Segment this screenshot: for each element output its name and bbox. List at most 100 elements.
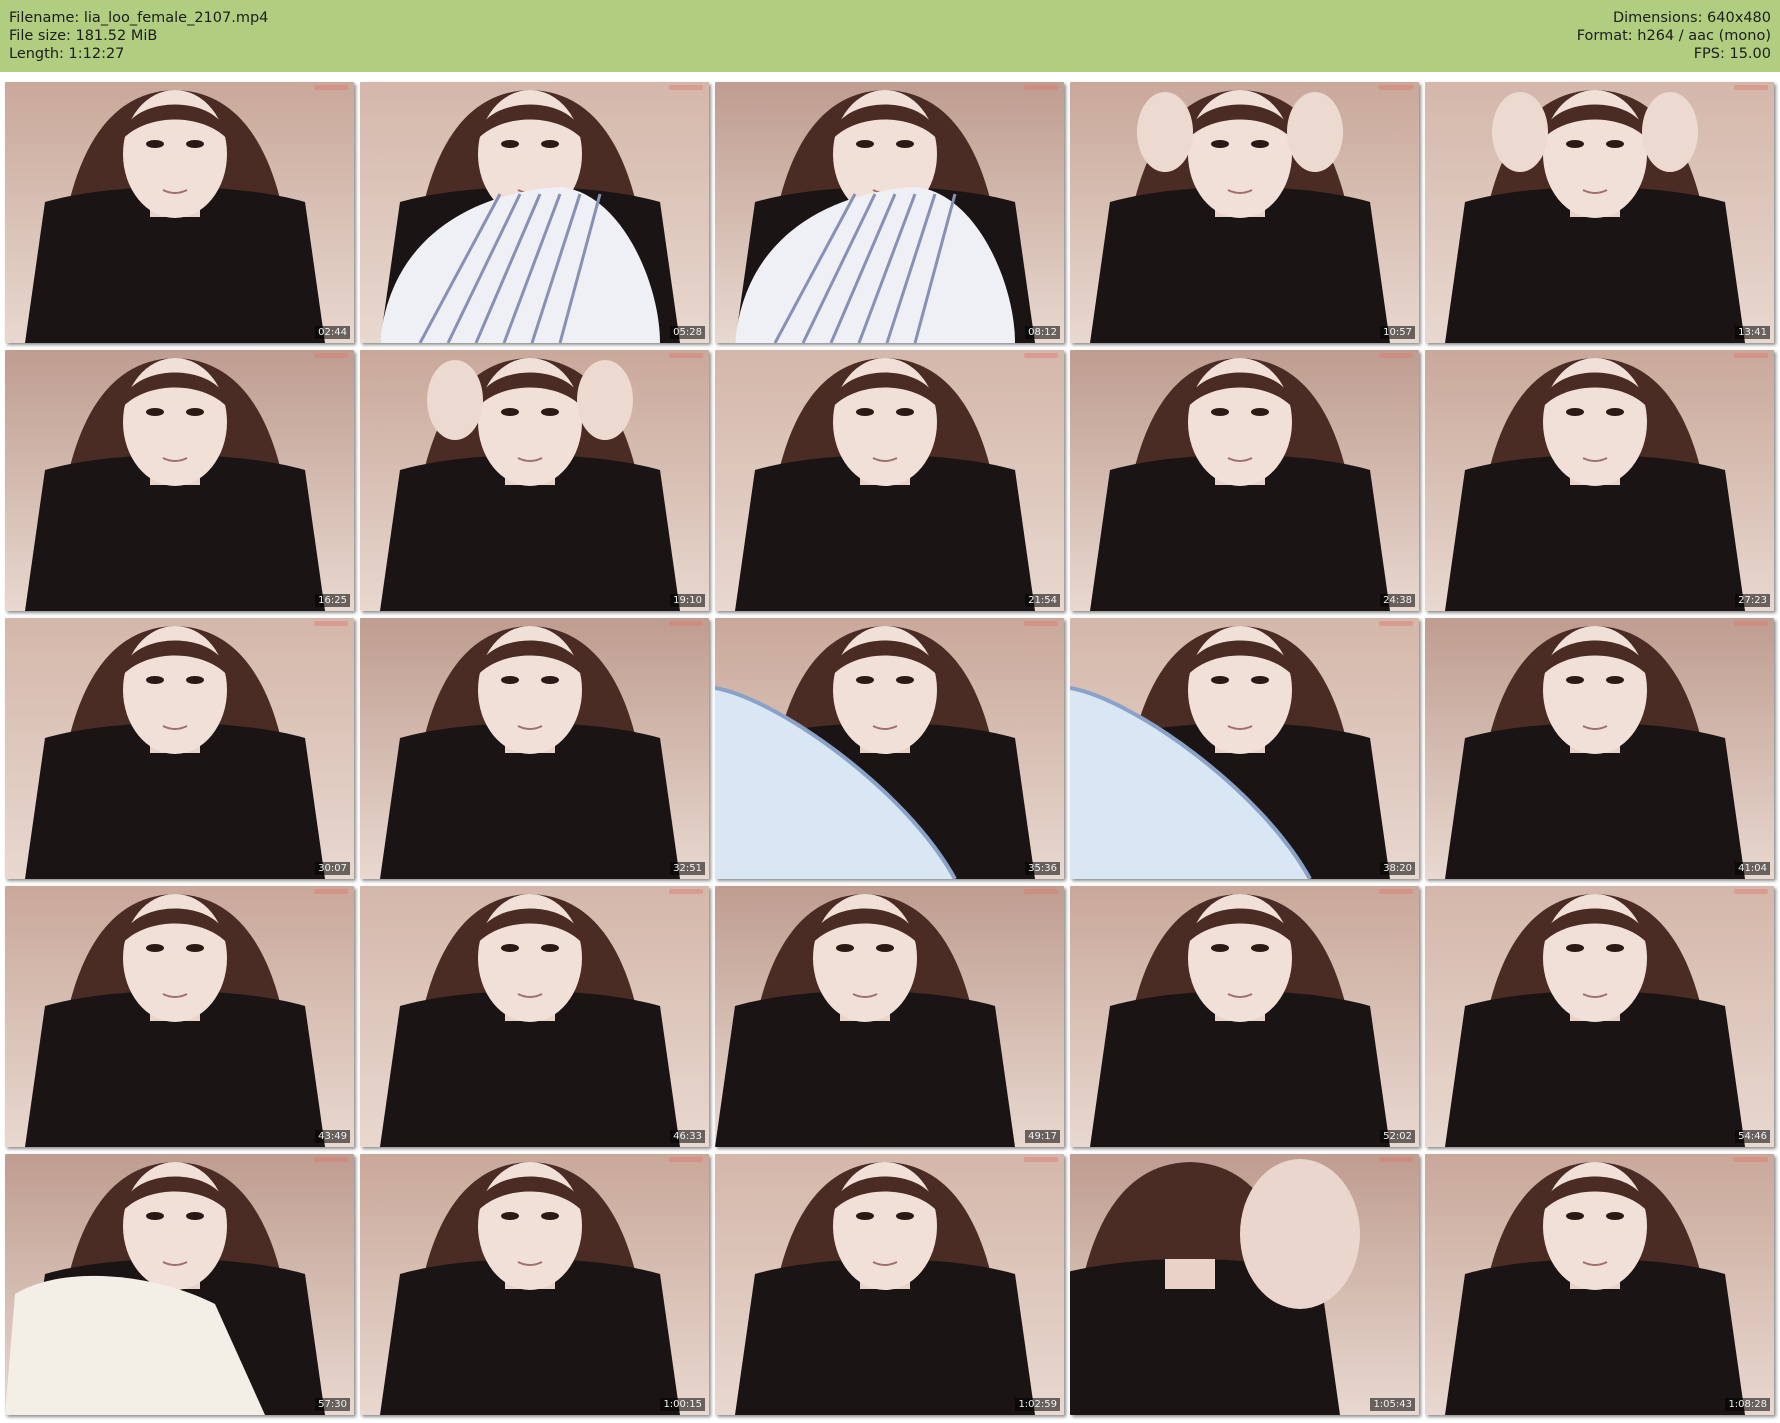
video-thumbnail: 02:44 (5, 82, 354, 343)
watermark-logo (1379, 353, 1413, 358)
watermark-logo (1379, 1157, 1413, 1162)
thumbnail-timestamp: 30:07 (315, 862, 350, 875)
watermark-logo (1024, 85, 1058, 90)
watermark-logo (1734, 889, 1768, 894)
video-thumbnail: 41:04 (1425, 618, 1774, 879)
thumbnail-frame-image (1425, 618, 1774, 879)
thumbnail-frame-image (1070, 886, 1419, 1147)
video-thumbnail: 19:10 (360, 350, 709, 611)
file-info-left: Filename: lia_loo_female_2107.mp4 File s… (9, 9, 268, 63)
thumbnail-timestamp: 27:23 (1735, 594, 1770, 607)
video-thumbnail: 1:00:15 (360, 1154, 709, 1415)
video-thumbnail: 32:51 (360, 618, 709, 879)
thumbnail-timestamp: 1:02:59 (1015, 1398, 1060, 1411)
watermark-logo (1734, 85, 1768, 90)
watermark-logo (669, 85, 703, 90)
thumbnail-timestamp: 43:49 (315, 1130, 350, 1143)
thumbnail-frame-image (715, 82, 1064, 343)
watermark-logo (669, 1157, 703, 1162)
watermark-logo (1734, 621, 1768, 626)
thumbnail-frame-image (360, 350, 709, 611)
thumbnail-frame-image (1070, 82, 1419, 343)
thumbnail-timestamp: 16:25 (315, 594, 350, 607)
video-thumbnail: 1:05:43 (1070, 1154, 1419, 1415)
thumbnail-timestamp: 1:00:15 (660, 1398, 705, 1411)
video-thumbnail: 38:20 (1070, 618, 1419, 879)
thumbnail-frame-image (360, 886, 709, 1147)
video-thumbnail: 27:23 (1425, 350, 1774, 611)
watermark-logo (1024, 353, 1058, 358)
dimensions-line: Dimensions: 640x480 (1612, 10, 1771, 26)
thumbnail-frame-image (1070, 618, 1419, 879)
thumbnail-frame-image (360, 618, 709, 879)
thumbnail-frame-image (715, 1154, 1064, 1415)
file-info-right: Dimensions: 640x480 Format: h264 / aac (… (1577, 9, 1771, 63)
video-thumbnail: 30:07 (5, 618, 354, 879)
thumbnail-frame-image (1425, 886, 1774, 1147)
video-thumbnail: 05:28 (360, 82, 709, 343)
thumbnail-timestamp: 46:33 (670, 1130, 705, 1143)
thumbnail-timestamp: 21:54 (1025, 594, 1060, 607)
video-thumbnail: 08:12 (715, 82, 1064, 343)
video-thumbnail: 57:30 (5, 1154, 354, 1415)
video-thumbnail: 54:46 (1425, 886, 1774, 1147)
thumbnail-timestamp: 02:44 (315, 326, 350, 339)
thumbnail-frame-image (360, 82, 709, 343)
video-thumbnail: 49:17 (715, 886, 1064, 1147)
thumbnail-frame-image (1425, 82, 1774, 343)
video-thumbnail: 24:38 (1070, 350, 1419, 611)
watermark-logo (314, 621, 348, 626)
thumbnail-timestamp: 05:28 (670, 326, 705, 339)
video-thumbnail: 1:08:28 (1425, 1154, 1774, 1415)
thumbnail-frame-image (5, 886, 354, 1147)
watermark-logo (669, 353, 703, 358)
info-header: Filename: lia_loo_female_2107.mp4 File s… (0, 0, 1780, 72)
thumbnail-frame-image (1070, 350, 1419, 611)
thumbnail-frame-image (5, 350, 354, 611)
watermark-logo (314, 889, 348, 894)
watermark-logo (314, 353, 348, 358)
fps-line: FPS: 15.00 (1693, 46, 1771, 62)
watermark-logo (1379, 621, 1413, 626)
format-line: Format: h264 / aac (mono) (1576, 28, 1771, 44)
thumbnail-timestamp: 41:04 (1735, 862, 1770, 875)
thumbnail-timestamp: 57:30 (315, 1398, 350, 1411)
video-thumbnail: 1:02:59 (715, 1154, 1064, 1415)
thumbnail-frame-image (5, 618, 354, 879)
watermark-logo (1379, 889, 1413, 894)
thumbnail-frame-image (715, 618, 1064, 879)
watermark-logo (669, 621, 703, 626)
thumbnail-frame-image (1425, 1154, 1774, 1415)
watermark-logo (314, 85, 348, 90)
video-thumbnail: 21:54 (715, 350, 1064, 611)
video-thumbnail: 46:33 (360, 886, 709, 1147)
thumbnail-timestamp: 54:46 (1735, 1130, 1770, 1143)
thumbnail-timestamp: 32:51 (670, 862, 705, 875)
video-thumbnail: 43:49 (5, 886, 354, 1147)
length-line: Length: 1:12:27 (9, 46, 125, 62)
thumbnail-timestamp: 52:02 (1380, 1130, 1415, 1143)
watermark-logo (669, 889, 703, 894)
thumbnail-timestamp: 19:10 (670, 594, 705, 607)
thumbnail-frame-image (5, 82, 354, 343)
thumbnail-frame-image (1425, 350, 1774, 611)
filesize-line: File size: 181.52 MiB (9, 28, 158, 44)
thumbnail-frame-image (715, 886, 1064, 1147)
thumbnail-timestamp: 10:57 (1380, 326, 1415, 339)
thumbnail-timestamp: 1:08:28 (1725, 1398, 1770, 1411)
watermark-logo (1734, 1157, 1768, 1162)
watermark-logo (314, 1157, 348, 1162)
video-thumbnail: 10:57 (1070, 82, 1419, 343)
thumbnail-frame-image (1070, 1154, 1419, 1415)
thumbnail-timestamp: 35:36 (1025, 862, 1060, 875)
video-thumbnail: 52:02 (1070, 886, 1419, 1147)
thumbnail-timestamp: 1:05:43 (1370, 1398, 1415, 1411)
thumbnail-timestamp: 08:12 (1025, 326, 1060, 339)
watermark-logo (1024, 621, 1058, 626)
filename-line: Filename: lia_loo_female_2107.mp4 (9, 10, 269, 26)
thumbnail-frame-image (715, 350, 1064, 611)
video-thumbnail: 13:41 (1425, 82, 1774, 343)
thumbnail-grid: 02:44 05:28 08:12 10:57 13:41 16:25 19:10 21:54… (5, 82, 1775, 1418)
thumbnail-frame-image (5, 1154, 354, 1415)
thumbnail-timestamp: 38:20 (1380, 862, 1415, 875)
